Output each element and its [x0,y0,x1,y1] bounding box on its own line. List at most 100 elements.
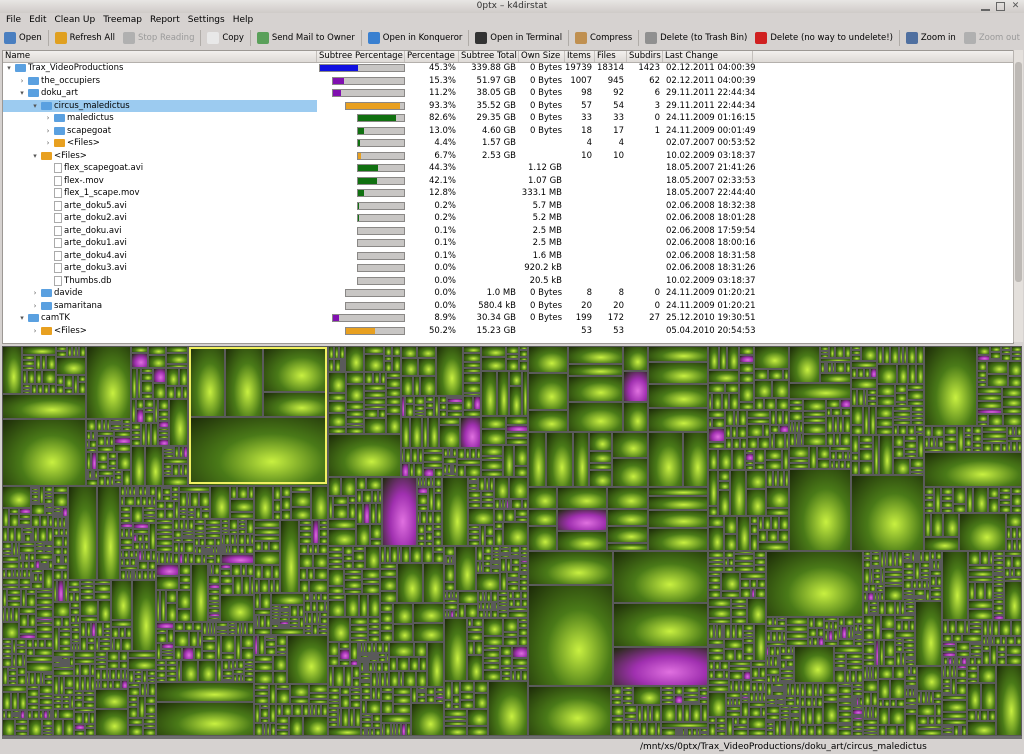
treemap-tile[interactable] [589,451,612,463]
treemap-tile[interactable] [165,501,174,509]
treemap-tile[interactable] [460,417,481,448]
expand-right-icon[interactable]: › [31,325,39,338]
maximize-icon[interactable] [996,2,1005,11]
treemap-tile[interactable] [803,399,826,411]
treemap-tile[interactable] [136,409,144,423]
expand-right-icon[interactable]: › [44,137,52,150]
treemap-tile[interactable] [439,403,447,410]
treemap-tile[interactable] [754,449,765,463]
treemap-tile[interactable] [107,661,119,669]
treemap-tile[interactable] [895,631,915,638]
treemap-tile[interactable] [481,416,506,429]
treemap-tile[interactable] [518,636,528,646]
treemap-tile[interactable] [924,346,977,426]
treemap-tile[interactable] [291,507,311,520]
treemap-tile[interactable] [333,496,348,505]
treemap-tile[interactable] [972,434,982,442]
treemap-tile[interactable] [968,609,993,620]
treemap-tile[interactable] [220,569,231,576]
treemap-tile[interactable] [766,730,774,736]
treemap-tile[interactable] [80,637,87,651]
zoom-in-button[interactable]: Zoom in [902,29,960,47]
treemap-tile[interactable] [443,457,457,464]
treemap-tile[interactable] [817,628,824,637]
treemap-tile[interactable] [690,704,701,722]
open-in-terminal-button[interactable]: Open in Terminal [471,29,566,47]
treemap-tile[interactable] [350,700,361,708]
treemap-tile[interactable] [265,640,276,647]
treemap-tile[interactable] [481,371,497,416]
treemap-tile[interactable] [169,399,188,446]
treemap-tile[interactable] [2,508,9,527]
treemap-tile[interactable] [977,394,1002,401]
treemap-tile[interactable] [364,398,386,405]
treemap-tile[interactable] [700,733,708,736]
treemap-tile[interactable] [368,635,380,642]
treemap-tile[interactable] [341,708,349,727]
treemap-tile[interactable] [17,667,26,675]
treemap-tile[interactable] [607,509,648,526]
treemap-tile[interactable] [953,487,966,504]
treemap-tile[interactable] [334,359,341,372]
treemap-tile[interactable] [364,346,384,354]
treemap-tile[interactable] [841,408,851,416]
tree-scrollbar[interactable] [1013,50,1023,342]
treemap-tile[interactable] [962,634,982,642]
treemap-tile[interactable] [472,618,483,627]
treemap-tile[interactable] [179,575,191,583]
treemap-tile[interactable] [177,590,191,609]
treemap-tile[interactable] [754,463,765,470]
treemap-tile[interactable] [808,628,817,637]
treemap-tile[interactable] [474,681,488,693]
treemap-tile[interactable] [981,683,996,710]
treemap-tile[interactable] [521,591,528,599]
treemap-tile[interactable] [114,437,131,444]
treemap-tile[interactable] [758,437,770,449]
treemap-tile[interactable] [117,452,131,470]
treemap-tile[interactable] [729,393,739,410]
treemap-tile[interactable] [433,537,442,546]
treemap-tile[interactable] [366,477,382,490]
treemap-tile[interactable] [483,650,500,658]
treemap-tile[interactable] [389,642,414,657]
treemap-tile[interactable] [36,625,53,632]
treemap-tile[interactable] [851,435,859,453]
treemap-tile[interactable] [546,432,573,487]
treemap-tile[interactable] [738,410,747,426]
treemap-tile[interactable] [53,617,62,627]
treemap-tile[interactable] [417,524,425,534]
treemap-tile[interactable] [967,710,976,721]
treemap-tile[interactable] [328,393,346,401]
treemap-tile[interactable] [302,704,309,716]
treemap-tile[interactable] [506,438,528,445]
treemap-tile[interactable] [19,546,35,553]
treemap-tile[interactable] [111,627,119,638]
treemap-tile[interactable] [372,714,381,722]
treemap-tile[interactable] [162,488,171,495]
treemap-tile[interactable] [840,399,851,408]
treemap-tile[interactable] [273,671,287,684]
treemap-tile[interactable] [352,678,360,687]
treemap-tile[interactable] [907,425,915,435]
treemap-tile[interactable] [2,562,19,569]
treemap-tile[interactable] [390,546,398,563]
treemap-tile[interactable] [198,660,216,682]
treemap-tile[interactable] [878,679,890,699]
treemap-tile[interactable] [834,646,863,653]
treemap-tile[interactable] [131,506,143,523]
treemap-tile[interactable] [202,641,216,651]
treemap-tile[interactable] [149,523,156,550]
treemap-tile[interactable] [339,649,350,660]
treemap-tile[interactable] [573,432,589,487]
treemap-tile[interactable] [2,658,12,667]
treemap-tile[interactable] [740,572,766,579]
treemap-tile[interactable] [314,568,328,580]
treemap-tile[interactable] [43,569,53,589]
treemap-tile[interactable] [202,651,216,660]
treemap-tile[interactable] [265,647,276,655]
treemap-tile[interactable] [789,446,809,458]
treemap-tile[interactable] [764,398,776,410]
treemap-tile[interactable] [271,593,304,605]
treemap-tile[interactable] [131,353,148,368]
treemap-tile[interactable] [119,651,128,661]
